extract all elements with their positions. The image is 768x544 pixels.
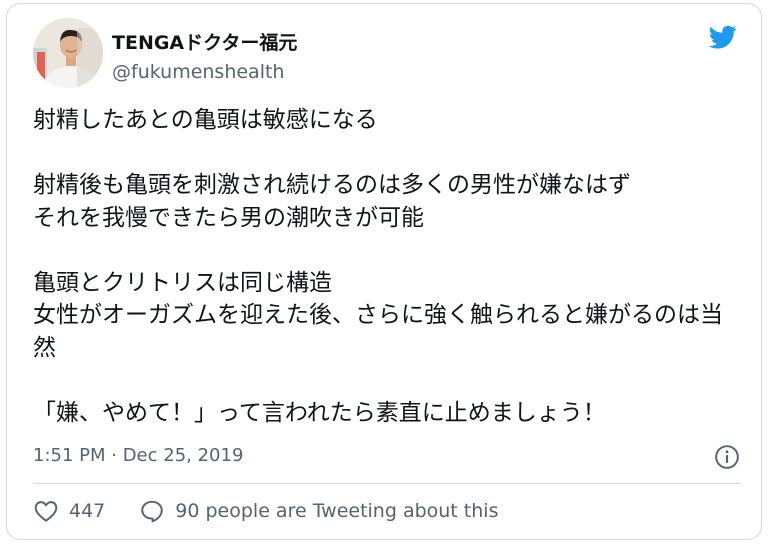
tweet-card: TENGAドクター福元 @fukumenshealth 射精したあとの亀頭は敏感… xyxy=(6,3,762,540)
info-icon[interactable] xyxy=(714,444,740,470)
display-name[interactable]: TENGAドクター福元 xyxy=(112,31,297,55)
tweet-text: 射精したあとの亀頭は敏感になる 射精後も亀頭を刺激され続けるのは多くの男性が嫌な… xyxy=(33,107,723,426)
divider xyxy=(33,483,741,484)
avatar[interactable] xyxy=(33,18,103,88)
author-block[interactable]: TENGAドクター福元 @fukumenshealth xyxy=(112,31,297,84)
reply-button[interactable]: 90 people are Tweeting about this xyxy=(139,498,498,524)
tweet-timestamp[interactable]: 1:51 PM · Dec 25, 2019 xyxy=(33,445,243,466)
heart-icon xyxy=(34,501,58,522)
twitter-bird-icon[interactable] xyxy=(707,23,739,51)
tweeting-about-label: 90 people are Tweeting about this xyxy=(175,500,499,522)
like-count: 447 xyxy=(69,500,106,522)
speech-bubble-icon xyxy=(141,500,163,523)
user-handle[interactable]: @fukumenshealth xyxy=(112,60,297,84)
like-button[interactable]: 447 xyxy=(33,498,105,524)
tweet-actions: 447 90 people are Tweeting about this xyxy=(33,498,498,524)
avatar-photo xyxy=(33,18,103,88)
